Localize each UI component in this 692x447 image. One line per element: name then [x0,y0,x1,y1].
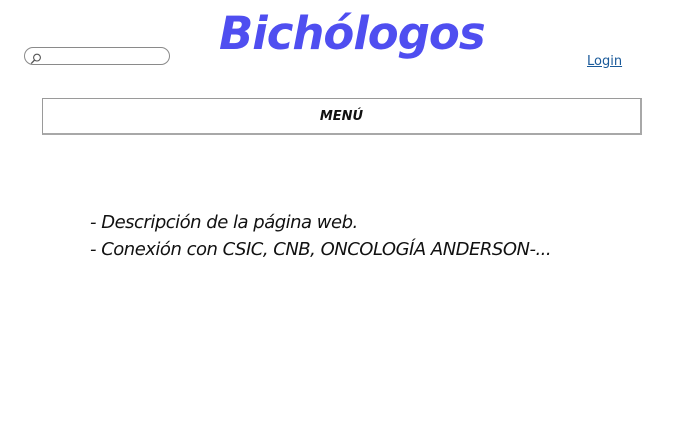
login-link[interactable]: Login [587,54,622,69]
content-line-description: - Descripción de la página web. [90,212,358,233]
search-box[interactable] [24,47,170,65]
content-line-connections: - Conexión con CSIC, CNB, ONCOLOGÍA ANDE… [90,239,552,260]
content-list: - Descripción de la página web. - Conexi… [90,209,552,263]
search-input[interactable] [43,49,163,63]
site-title: Bichólogos [219,7,486,60]
search-icon [30,50,42,65]
menu-label: MENÚ [319,108,364,124]
menu-bar[interactable]: MENÚ [42,98,642,135]
